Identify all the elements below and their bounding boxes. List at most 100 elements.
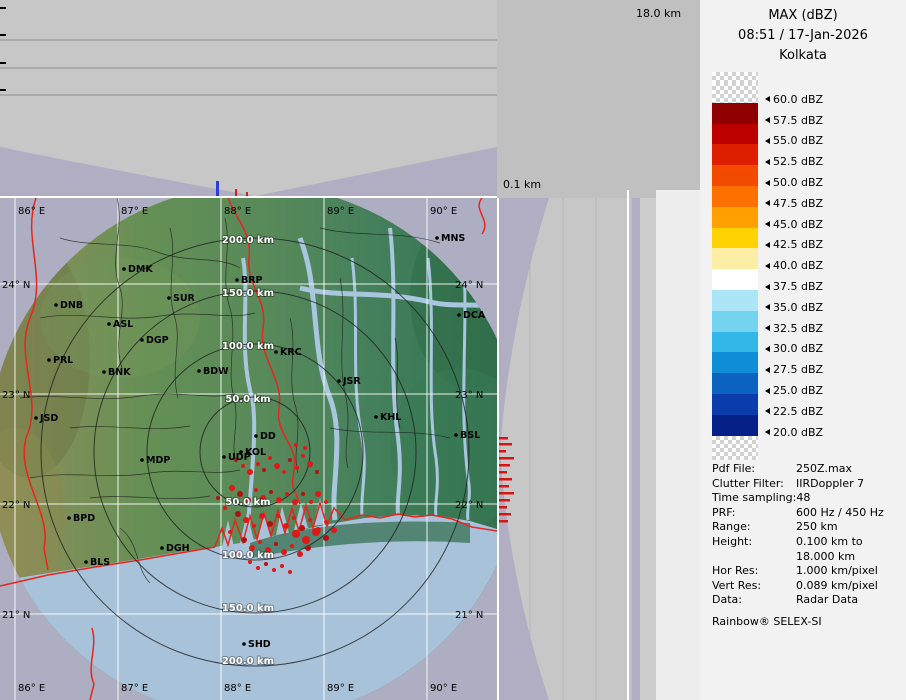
radar-echo (499, 506, 507, 509)
radar-echo (292, 530, 300, 538)
city-label: DNB (60, 300, 83, 311)
info-value: 18.000 km (796, 550, 855, 565)
legend-entry: 57.5 dBZ (712, 103, 823, 124)
radar-echo (499, 478, 512, 481)
legend-label: 42.5 dBZ (765, 238, 823, 251)
legend-tick-arrow (765, 408, 770, 414)
gap-column: 18.0 km (630, 0, 700, 700)
radar-echo (269, 490, 273, 494)
latitude-label: 22° N (455, 500, 483, 511)
radar-echo (254, 488, 258, 492)
range-ring-label: 50.0 km (225, 394, 270, 405)
legend-label: 30.0 dBZ (765, 342, 823, 355)
city-label: ASL (113, 319, 133, 330)
info-value: 0.089 km/pixel (796, 579, 878, 594)
info-value: 1.000 km/pixel (796, 564, 878, 579)
city-dot (47, 358, 51, 362)
city-dot (435, 236, 439, 240)
radar-echo (324, 520, 328, 524)
city-label: KHL (380, 412, 401, 423)
radar-echo (274, 542, 278, 546)
radar-echo (499, 499, 510, 502)
radar-echo (268, 456, 272, 460)
legend-color-swatch (712, 394, 758, 415)
city-label: UDP (228, 452, 251, 463)
city-label: PRL (53, 355, 73, 366)
longitude-label: 87° E (121, 206, 148, 217)
radar-echo (499, 471, 507, 474)
legend-tick-arrow (765, 263, 770, 269)
radar-echo (295, 466, 299, 470)
radar-echo (280, 564, 284, 568)
longitude-label: 90° E (430, 206, 457, 217)
legend-entry: 60.0 dBZ (712, 82, 823, 103)
radar-echo (256, 566, 260, 570)
legend-color-swatch (712, 186, 758, 207)
legend-label: 57.5 dBZ (765, 114, 823, 127)
city-dot (122, 267, 126, 271)
legend-color-swatch (712, 352, 758, 373)
legend-entry: 45.0 dBZ (712, 207, 823, 228)
vertical-projection-top-panel (0, 0, 497, 198)
city-dot (242, 642, 246, 646)
legend-color-swatch (712, 248, 758, 269)
radar-echo (309, 500, 313, 504)
range-ring-label: 100.0 km (222, 341, 274, 352)
legend-panel: MAX (dBZ) 08:51 / 17-Jan-2026 Kolkata 60… (700, 0, 906, 700)
legend-color-swatch (712, 165, 758, 186)
legend-label: 60.0 dBZ (765, 93, 823, 106)
city-dot (222, 455, 226, 459)
light-band (640, 198, 656, 700)
station-name: Kolkata (700, 46, 906, 66)
radar-echo (331, 527, 337, 533)
radar-echo (229, 485, 235, 491)
city-label: KRC (280, 347, 302, 358)
legend-tick-arrow (765, 200, 770, 206)
radar-echo (216, 181, 219, 198)
info-row: Vert Res:0.089 km/pixel (712, 579, 902, 594)
radar-echo (499, 492, 514, 495)
legend-label: 40.0 dBZ (765, 259, 823, 272)
radar-echo (259, 513, 265, 519)
info-row: Range:250 km (712, 520, 902, 535)
radar-echo (312, 528, 320, 536)
radar-echo (499, 457, 514, 460)
latitude-label: 24° N (455, 280, 483, 291)
radar-echo (272, 568, 276, 572)
legend-tick-arrow (765, 117, 770, 123)
legend-color-swatch (712, 82, 758, 103)
info-row: Hor Res:1.000 km/pixel (712, 564, 902, 579)
city-dot (54, 303, 58, 307)
radar-echo (324, 500, 328, 504)
radar-echo (290, 544, 294, 548)
city-dot (274, 350, 278, 354)
range-ring-label: 150.0 km (222, 603, 274, 614)
radar-echo (276, 497, 282, 503)
city-dot (140, 458, 144, 462)
latitude-label: 21° N (455, 610, 483, 621)
legend-entry: 32.5 dBZ (712, 311, 823, 332)
panel-divider-right (627, 190, 629, 700)
legend-label: 50.0 dBZ (765, 176, 823, 189)
legend-color-swatch (712, 332, 758, 353)
legend-label: 20.0 dBZ (765, 426, 823, 439)
colorbar-top-checker (712, 72, 758, 82)
range-ring-label: 200.0 km (222, 656, 274, 667)
radar-echo (267, 521, 273, 527)
city-dot (197, 369, 201, 373)
info-value: 250 km (796, 520, 838, 535)
legend-tick-arrow (765, 388, 770, 394)
radar-echo (274, 463, 280, 469)
radar-echo (288, 570, 292, 574)
legend-label: 45.0 dBZ (765, 218, 823, 231)
radar-echo (499, 513, 511, 516)
legend-color-swatch (712, 228, 758, 249)
radar-echo (281, 549, 287, 555)
city-label: DCA (463, 310, 486, 321)
city-dot (235, 278, 239, 282)
longitude-label: 87° E (121, 683, 148, 694)
legend-entry: 42.5 dBZ (712, 228, 823, 249)
city-label: JSR (342, 376, 361, 387)
radar-echo (241, 464, 245, 468)
longitude-label: 88° E (224, 683, 251, 694)
